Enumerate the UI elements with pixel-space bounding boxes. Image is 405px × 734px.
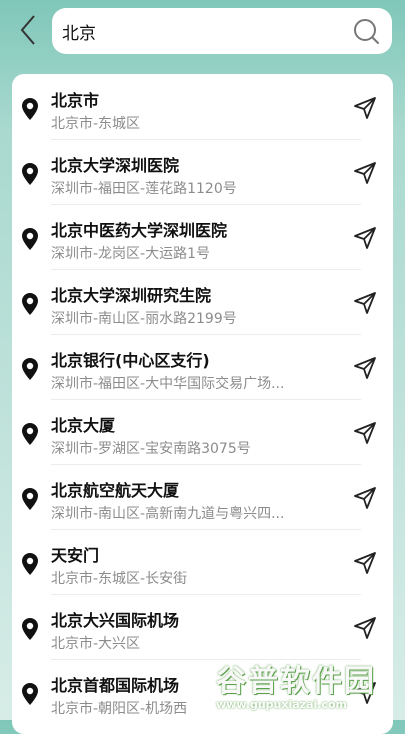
place-name: 天安门 — [51, 546, 100, 565]
list-item[interactable]: 北京中医药大学深圳医院 深圳市-龙岗区-大运路1号 — [12, 206, 393, 270]
list-item[interactable]: 北京大学深圳医院深圳市-福田区-莲花路1120号 — [12, 141, 393, 205]
place-name: 北京首都国际机场 — [51, 676, 180, 695]
place-address: 深圳市-福田区-莲花路1120号 — [51, 181, 237, 197]
list-item[interactable]: 北京大兴国际机场 北京市-大兴区 — [12, 596, 393, 660]
divider — [51, 334, 361, 335]
back-button[interactable] — [12, 12, 44, 48]
list-item[interactable]: 北京市北京市-东城区 — [12, 76, 393, 140]
location-pin-icon — [22, 423, 38, 445]
search-box — [52, 8, 392, 54]
place-address: 深圳市-南山区-高新南九道与粤兴四... — [51, 506, 285, 522]
place-name: 北京大兴国际机场 — [51, 611, 180, 630]
place-name: 北京中医药大学深圳医院 — [51, 221, 228, 240]
divider — [51, 594, 361, 595]
location-pin-icon — [22, 618, 38, 640]
divider — [51, 204, 361, 205]
place-name: 北京市 — [51, 91, 100, 110]
place-address: 北京市-东城区-长安街 — [51, 571, 188, 587]
navigate-icon[interactable] — [353, 681, 377, 705]
location-pin-icon — [22, 228, 38, 250]
place-name: 北京大学深圳医院 — [51, 156, 180, 175]
place-address: 深圳市-罗湖区-宝安南路3075号 — [51, 441, 251, 457]
navigate-icon[interactable] — [353, 226, 377, 250]
divider — [51, 464, 361, 465]
search-input[interactable] — [62, 21, 332, 41]
place-name: 北京银行(中心区支行) — [51, 351, 210, 370]
location-pin-icon — [22, 683, 38, 705]
place-address: 深圳市-福田区-大中华国际交易广场... — [51, 376, 285, 392]
navigate-icon[interactable] — [353, 161, 377, 185]
location-pin-icon — [22, 488, 38, 510]
divider — [51, 269, 361, 270]
place-address: 北京市-大兴区 — [51, 636, 141, 652]
location-pin-icon — [22, 553, 38, 575]
place-address: 深圳市-龙岗区-大运路1号 — [51, 246, 211, 262]
list-item[interactable]: 北京银行(中心区支行) 深圳市-福田区-大中华国际交易广场... — [12, 336, 393, 400]
divider — [51, 139, 361, 140]
divider — [51, 399, 361, 400]
navigate-icon[interactable] — [353, 421, 377, 445]
list-item[interactable]: 北京大学深圳研究生院深圳市-南山区-丽水路2199号 — [12, 271, 393, 335]
navigate-icon[interactable] — [353, 486, 377, 510]
list-item[interactable]: 天安门北京市-东城区-长安街 — [12, 531, 393, 595]
location-pin-icon — [22, 358, 38, 380]
divider — [51, 529, 361, 530]
navigate-icon[interactable] — [353, 96, 377, 120]
place-address: 北京市-东城区 — [51, 116, 141, 132]
divider — [51, 659, 361, 660]
place-address: 深圳市-南山区-丽水路2199号 — [51, 311, 237, 327]
results-list: 北京市 北京市-东城区 北京大学深圳医院 深圳市-福田区-莲花路1120号 北京中医药大… — [12, 74, 393, 734]
list-item[interactable]: 北京大厦深圳市-罗湖区-宝安南路3075号 — [12, 401, 393, 465]
place-address: 北京市-朝阳区-机场西 — [51, 701, 188, 717]
navigate-icon[interactable] — [353, 551, 377, 575]
navigate-icon[interactable] — [353, 356, 377, 380]
location-pin-icon — [22, 163, 38, 185]
place-name: 北京大学深圳研究生院 — [51, 286, 212, 305]
top-bar — [0, 0, 405, 64]
list-item[interactable]: 北京首都国际机场 北京市-朝阳区-机场西 — [12, 661, 393, 725]
chevron-left-icon — [20, 15, 35, 45]
search-icon[interactable] — [352, 17, 380, 45]
navigate-icon[interactable] — [353, 616, 377, 640]
place-name: 北京大厦 — [51, 416, 116, 435]
location-pin-icon — [22, 98, 38, 120]
list-item[interactable]: 北京航空航天大厦深圳市-南山区-高新南九道与粤兴四... — [12, 466, 393, 530]
location-pin-icon — [22, 293, 38, 315]
navigate-icon[interactable] — [353, 291, 377, 315]
place-name: 北京航空航天大厦 — [51, 481, 180, 500]
